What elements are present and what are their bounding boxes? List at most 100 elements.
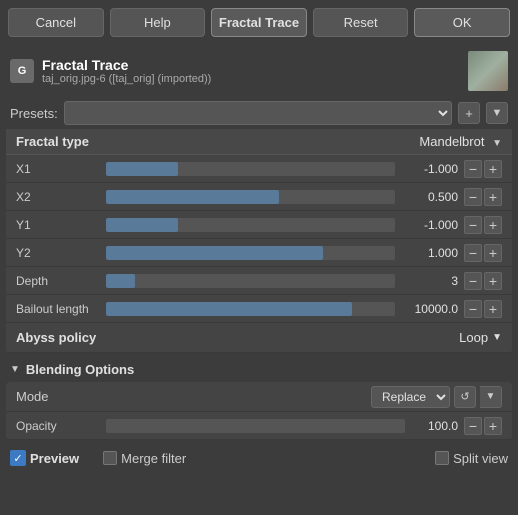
fractal-type-row: Fractal type Mandelbrot ▼ [6, 129, 512, 155]
merge-filter-label: Merge filter [121, 451, 186, 466]
param-value-y1: -1.000 [403, 218, 458, 232]
param-slider-fill-x2 [106, 190, 279, 204]
mode-chevron-icon: ▼ [486, 391, 496, 402]
plugin-thumbnail [468, 51, 508, 91]
fractal-type-value[interactable]: Mandelbrot ▼ [419, 134, 502, 149]
param-value-x1: -1.000 [403, 162, 458, 176]
mode-chevron-button[interactable]: ▼ [480, 386, 502, 408]
param-label-x1: X1 [16, 162, 106, 176]
param-minus-bailout[interactable]: − [464, 300, 482, 318]
ok-button[interactable]: OK [414, 8, 510, 37]
param-plus-x1[interactable]: + [484, 160, 502, 178]
abyss-value-text: Loop [459, 330, 488, 345]
presets-menu-button[interactable]: ▼ [486, 102, 508, 124]
param-slider-y1[interactable] [106, 218, 395, 232]
param-minus-depth[interactable]: − [464, 272, 482, 290]
mode-select-area: Replace ↺ ▼ [371, 386, 502, 408]
abyss-policy-row: Abyss policy Loop ▼ [6, 323, 512, 353]
mode-reset-button[interactable]: ↺ [454, 386, 476, 408]
reset-button[interactable]: Reset [313, 8, 409, 37]
blending-options-toggle[interactable]: ▼ Blending Options [0, 357, 518, 382]
help-button[interactable]: Help [110, 8, 206, 37]
reset-icon: ↺ [460, 390, 469, 403]
mode-label: Mode [16, 389, 106, 404]
param-row-bailout: Bailout length 10000.0 − + [6, 295, 512, 323]
fractal-type-label: Fractal type [16, 134, 89, 149]
presets-select[interactable] [64, 101, 452, 125]
param-value-y2: 1.000 [403, 246, 458, 260]
param-minus-y1[interactable]: − [464, 216, 482, 234]
param-slider-x1[interactable] [106, 162, 395, 176]
param-minus-x1[interactable]: − [464, 160, 482, 178]
main-content: Fractal type Mandelbrot ▼ X1 -1.000 − + … [6, 129, 512, 353]
plugin-name: Fractal Trace [42, 57, 460, 73]
param-value-depth: 3 [403, 274, 458, 288]
param-slider-depth[interactable] [106, 274, 395, 288]
opacity-plus-button[interactable]: + [484, 417, 502, 435]
opacity-slider[interactable] [106, 419, 405, 433]
param-row-depth: Depth 3 − + [6, 267, 512, 295]
opacity-value: 100.0 [413, 419, 458, 433]
param-value-x2: 0.500 [403, 190, 458, 204]
param-plus-x2[interactable]: + [484, 188, 502, 206]
param-plus-y1[interactable]: + [484, 216, 502, 234]
presets-row: Presets: + ▼ [0, 97, 518, 129]
mode-select[interactable]: Replace [371, 386, 450, 408]
param-label-x2: X2 [16, 190, 106, 204]
abyss-dropdown-icon: ▼ [492, 332, 502, 343]
abyss-label: Abyss policy [16, 330, 96, 345]
param-slider-fill-x1 [106, 162, 178, 176]
checkmark-symbol: ✓ [13, 452, 22, 465]
plugin-thumb-image [468, 51, 508, 91]
param-row-x1: X1 -1.000 − + [6, 155, 512, 183]
preview-checkbox-area[interactable]: ✓ Preview [10, 450, 79, 466]
param-plus-bailout[interactable]: + [484, 300, 502, 318]
param-value-bailout: 10000.0 [403, 302, 458, 316]
param-label-y2: Y2 [16, 246, 106, 260]
presets-menu-icon: ▼ [492, 107, 503, 119]
param-minus-x2[interactable]: − [464, 188, 482, 206]
split-view-checkbox-area[interactable]: Split view [435, 451, 508, 466]
blending-options-title: Blending Options [26, 362, 134, 377]
param-plus-depth[interactable]: + [484, 272, 502, 290]
param-slider-x2[interactable] [106, 190, 395, 204]
merge-filter-checkbox[interactable] [103, 451, 117, 465]
preview-label: Preview [30, 451, 79, 466]
fractal-trace-button[interactable]: Fractal Trace [211, 8, 307, 37]
opacity-label: Opacity [16, 419, 106, 433]
param-label-y1: Y1 [16, 218, 106, 232]
abyss-value-area[interactable]: Loop ▼ [459, 330, 502, 345]
plugin-subtitle: taj_orig.jpg-6 ([taj_orig] (imported)) [42, 73, 460, 85]
merge-filter-checkbox-area[interactable]: Merge filter [103, 451, 186, 466]
param-row-y1: Y1 -1.000 − + [6, 211, 512, 239]
opacity-minus-button[interactable]: − [464, 417, 482, 435]
plugin-header: G Fractal Trace taj_orig.jpg-6 ([taj_ori… [0, 45, 518, 97]
presets-label: Presets: [10, 106, 58, 121]
plugin-title-area: Fractal Trace taj_orig.jpg-6 ([taj_orig]… [42, 57, 460, 85]
split-view-checkbox[interactable] [435, 451, 449, 465]
param-row-y2: Y2 1.000 − + [6, 239, 512, 267]
mode-row: Mode Replace ↺ ▼ [6, 382, 512, 412]
cancel-button[interactable]: Cancel [8, 8, 104, 37]
fractal-type-dropdown-icon: ▼ [492, 138, 502, 149]
param-slider-fill-y1 [106, 218, 178, 232]
param-slider-fill-depth [106, 274, 135, 288]
param-plus-y2[interactable]: + [484, 244, 502, 262]
preview-check-icon: ✓ [10, 450, 26, 466]
param-slider-y2[interactable] [106, 246, 395, 260]
opacity-row: Opacity 100.0 − + [6, 412, 512, 440]
param-minus-y2[interactable]: − [464, 244, 482, 262]
param-row-x2: X2 0.500 − + [6, 183, 512, 211]
param-label-depth: Depth [16, 274, 106, 288]
param-label-bailout: Bailout length [16, 302, 106, 316]
preview-row: ✓ Preview Merge filter Split view [0, 444, 518, 472]
param-slider-fill-bailout [106, 302, 352, 316]
split-view-label: Split view [453, 451, 508, 466]
blending-content: Mode Replace ↺ ▼ Opacity 100.0 − + [6, 382, 512, 440]
param-slider-fill-y2 [106, 246, 323, 260]
param-slider-bailout[interactable] [106, 302, 395, 316]
toolbar: Cancel Help Fractal Trace Reset OK [0, 0, 518, 45]
plugin-icon-g: G [10, 59, 34, 83]
blending-toggle-arrow: ▼ [10, 364, 20, 375]
presets-add-button[interactable]: + [458, 102, 480, 124]
